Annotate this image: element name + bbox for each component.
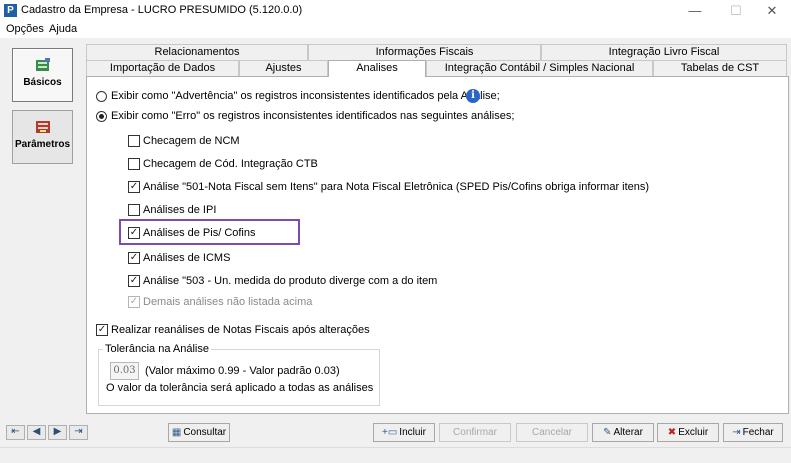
tab-ajustes[interactable]: Ajustes	[239, 60, 328, 76]
tolerance-group: Tolerância na Análise 0.03 (Valor máximo…	[98, 343, 380, 406]
alterar-button[interactable]: ✎ Alterar	[592, 423, 654, 442]
checkbox-demais: ✓	[128, 296, 140, 308]
checkbox-ncm[interactable]	[128, 135, 140, 147]
excluir-button[interactable]: ✖ Excluir	[657, 423, 719, 442]
nav-prev-button[interactable]: ◀	[27, 425, 46, 440]
tab-importacao-de-dados[interactable]: Importação de Dados	[86, 60, 239, 76]
check-label: Análises de IPI	[143, 204, 217, 216]
check-label: Análises de ICMS	[143, 252, 231, 264]
close-button[interactable]: ✕	[757, 1, 787, 21]
check-label: Análise "501-Nota Fiscal sem Itens" para…	[143, 181, 650, 193]
checkbox-icms[interactable]: ✓	[128, 252, 140, 264]
main-content: Relacionamentos Informações Fiscais Inte…	[86, 44, 789, 414]
check-label: Checagem de Cód. Integração CTB	[143, 158, 318, 170]
tab-tabelas-de-cst[interactable]: Tabelas de CST	[653, 60, 787, 76]
radio-warning[interactable]	[96, 91, 107, 102]
checkbox-ipi[interactable]	[128, 204, 140, 216]
sidebar-item-label: Parâmetros	[14, 139, 71, 150]
tolerance-hint: (Valor máximo 0.99 - Valor padrão 0.03)	[145, 365, 340, 377]
title-bar: P Cadastro da Empresa - LUCRO PRESUMIDO …	[0, 0, 791, 22]
sidebar-item-label: Básicos	[23, 77, 62, 88]
status-bar	[0, 447, 791, 463]
window-title: Cadastro da Empresa - LUCRO PRESUMIDO (5…	[21, 4, 303, 16]
checkbox-reanalyze[interactable]: ✓	[96, 324, 108, 336]
fechar-button[interactable]: ⇥ Fechar	[723, 423, 783, 442]
minimize-button[interactable]: —	[680, 1, 710, 21]
basics-icon	[35, 58, 50, 71]
tab-relacionamentos[interactable]: Relacionamentos	[86, 44, 308, 60]
sidebar-item-basicos[interactable]: Básicos	[12, 48, 73, 102]
check-label: Análise "503 - Un. medida do produto div…	[143, 275, 438, 287]
analises-panel: Exibir como "Advertência" os registros i…	[86, 76, 789, 414]
exit-icon: ⇥	[732, 427, 741, 438]
tab-integracao-livro-fiscal[interactable]: Integração Livro Fiscal	[541, 44, 787, 60]
grid-icon: ▦	[171, 427, 182, 438]
delete-icon: ✖	[667, 427, 677, 438]
sidebar-item-parametros[interactable]: Parâmetros	[12, 110, 73, 164]
add-icon: +▭	[382, 427, 398, 438]
edit-icon: ✎	[603, 427, 612, 438]
radio-warning-label: Exibir como "Advertência" os registros i…	[111, 90, 500, 102]
menu-opcoes[interactable]: Opções	[6, 23, 44, 35]
highlight-box	[119, 219, 300, 245]
maximize-button[interactable]: ☐	[721, 1, 751, 21]
confirmar-button[interactable]: Confirmar	[439, 423, 511, 442]
radio-error-label: Exibir como "Erro" os registros inconsis…	[111, 110, 515, 122]
consultar-button[interactable]: ▦ Consultar	[168, 423, 230, 442]
tolerance-title: Tolerância na Análise	[103, 343, 211, 355]
tolerance-note: O valor da tolerância será aplicado a to…	[106, 382, 374, 394]
nav-next-button[interactable]: ▶	[48, 425, 67, 440]
checkbox-ctb[interactable]	[128, 158, 140, 170]
checkbox-503[interactable]: ✓	[128, 275, 140, 287]
tolerance-input[interactable]: 0.03	[110, 362, 139, 380]
incluir-button[interactable]: +▭ Incluir	[373, 423, 435, 442]
menu-bar: Opções Ajuda	[0, 22, 791, 38]
nav-last-button[interactable]: ⇥	[69, 425, 88, 440]
tab-row-1: Relacionamentos Informações Fiscais Inte…	[86, 44, 789, 60]
tab-analises[interactable]: Analises	[328, 60, 426, 77]
checkbox-501[interactable]: ✓	[128, 181, 140, 193]
info-icon[interactable]: i	[466, 89, 480, 103]
tab-informacoes-fiscais[interactable]: Informações Fiscais	[308, 44, 541, 60]
cancelar-button[interactable]: Cancelar	[516, 423, 588, 442]
parameters-icon	[35, 121, 50, 133]
tab-row-2: Importação de Dados Ajustes Analises Int…	[86, 60, 789, 77]
radio-error[interactable]	[96, 111, 107, 122]
menu-ajuda[interactable]: Ajuda	[49, 23, 77, 35]
reanalyze-label: Realizar reanálises de Notas Fiscais apó…	[111, 324, 370, 336]
footer-toolbar: ⇤ ◀ ▶ ⇥ ▦ Consultar +▭ Incluir Confirmar C…	[0, 418, 791, 445]
tab-integracao-contabil[interactable]: Integração Contábil / Simples Nacional	[426, 60, 653, 76]
app-icon: P	[4, 4, 17, 17]
check-label: Checagem de NCM	[143, 135, 240, 147]
sidebar: Básicos Parâmetros	[0, 38, 84, 416]
nav-first-button[interactable]: ⇤	[6, 425, 25, 440]
check-label: Demais análises não listada acima	[143, 296, 313, 308]
